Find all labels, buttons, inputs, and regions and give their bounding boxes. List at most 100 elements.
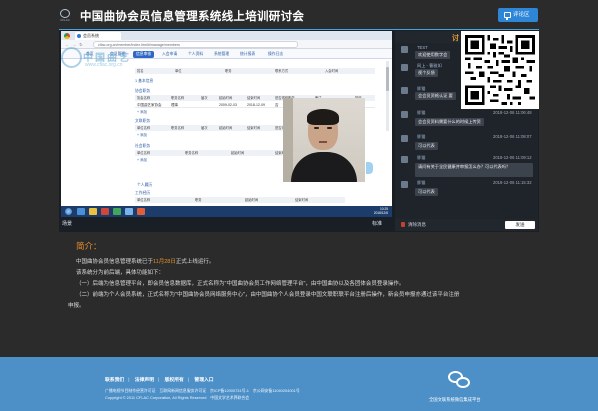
intro-paragraph: 申报。 xyxy=(68,303,85,309)
section-title: 1 基本信息 xyxy=(135,79,154,83)
taskbar-app-icon[interactable] xyxy=(77,208,85,215)
table-cell: 中国曲艺家协会 xyxy=(137,103,162,107)
send-button[interactable]: 发送 xyxy=(505,221,535,229)
table-cell: 2009-02-03 xyxy=(219,103,237,107)
taskbar-app-icon[interactable] xyxy=(113,208,121,215)
qr-code xyxy=(461,31,539,109)
column-header: 起始时间 xyxy=(219,126,233,130)
clear-messages-button[interactable]: 清除消息 xyxy=(401,222,426,228)
table-cell: 否 xyxy=(275,103,279,107)
avatar xyxy=(401,135,408,142)
header-cell: 入会时间 xyxy=(325,69,339,73)
section-title: 社会职务 xyxy=(135,144,151,148)
chat-bubble: 会会员资料需要什么的时候上传资 xyxy=(415,118,484,126)
windows-taskbar: 10:25 2018/12/6 xyxy=(61,206,392,217)
presenter-webcam xyxy=(283,98,365,182)
chat-timestamp: 2018-12-06 11:09:12 xyxy=(493,155,532,160)
header-cell: 联系方式 xyxy=(275,69,289,73)
profile-header-row: 姓名 单位 职务 联系方式 入会时间 xyxy=(135,68,375,74)
footer-license-info: 广播电视节目制作经营许可证 互联网新闻信息服务许可证 京ICP备12000731… xyxy=(105,388,300,393)
wechat-label: 全国文联系统微信集成平台 xyxy=(429,397,481,402)
comment-section-label: 评论区 xyxy=(513,12,530,18)
intro-paragraph: 中国曲协会员信息管理系统已于11月28日正式上线运行。 xyxy=(76,257,214,265)
chat-input-bar: 清除消息 发送 xyxy=(395,219,538,231)
footer-link-copyright[interactable]: 版权所有 xyxy=(165,378,184,383)
footer-links: 联系我们 | 法律声明 | 版权所有 | 管理入口 xyxy=(105,378,214,383)
folder-icon[interactable] xyxy=(89,208,97,215)
column-header: 结束时间 xyxy=(247,96,261,100)
chat-bubble: 请问有关于全民健康并审报怎么办？可以代表吗？ xyxy=(415,163,533,177)
chat-bubble: 视个反馈 xyxy=(415,69,438,77)
column-header: 起始时间 xyxy=(219,96,233,100)
add-link[interactable]: 添加 xyxy=(137,110,147,115)
header-cell: 职务 xyxy=(225,69,232,73)
column-header: 结束时间 xyxy=(247,126,261,130)
page-title: 中国曲协会员信息管理系统线上培训研讨会 xyxy=(80,11,305,23)
comment-icon xyxy=(504,12,511,20)
column-header: 单位名称 xyxy=(137,151,151,155)
section-title: 文联职务 xyxy=(135,119,151,123)
column-header: 协会名称 xyxy=(137,96,151,100)
taskbar-app-icon[interactable] xyxy=(101,208,109,215)
column-header: 届次 xyxy=(201,96,208,100)
logo-text: CFLAC xyxy=(60,18,70,22)
footer-link-admin[interactable]: 管理入口 xyxy=(194,378,213,383)
chat-username: 胖猫 xyxy=(417,180,426,185)
column-header: 届次 xyxy=(201,126,208,130)
add-link[interactable]: 添加 xyxy=(137,158,147,163)
chat-username: TEST xyxy=(417,45,428,50)
avatar xyxy=(401,64,408,71)
column-header: 结束时间 xyxy=(295,198,309,202)
qr-code-graphic xyxy=(465,35,535,105)
taskbar-app-icon[interactable] xyxy=(137,208,145,215)
table-cell: 理事 xyxy=(171,103,178,107)
intro-paragraph: （二）前端为个人会员系统，正式名称为"中国曲协会员网络服务中心"，由中国曲协个人… xyxy=(76,292,460,298)
avatar xyxy=(401,181,408,188)
avatar xyxy=(401,46,408,53)
footer-link-contact[interactable]: 联系我们 xyxy=(105,378,124,383)
chat-bubble: 可以代表 xyxy=(415,188,438,196)
chat-bubble: 可以代表 xyxy=(415,142,438,150)
intro-title: 简介： xyxy=(76,241,102,251)
footer-copyright: Copyright © 2011 CFLAC Corporation, All … xyxy=(105,395,250,400)
quality-selector[interactable]: 标准 xyxy=(372,220,382,227)
table-header: 单位名称 职务 起始时间 结束时间 xyxy=(135,197,345,203)
intro-text: 中国曲协会员信息管理系统已于 xyxy=(76,259,154,265)
taskbar-clock: 10:25 2018/12/6 xyxy=(374,207,388,215)
chat-username: 胖猫 xyxy=(417,134,426,139)
avatar xyxy=(401,111,408,118)
column-header: 职务名称 xyxy=(185,151,199,155)
chat-timestamp: 2018-12-06 11:06:48 xyxy=(493,110,532,115)
avatar xyxy=(401,156,408,163)
column-header: 单位名称 xyxy=(137,198,151,202)
wechat-icon[interactable] xyxy=(448,371,470,391)
site-logo[interactable]: CFLAC xyxy=(57,9,73,23)
header-cell: 姓名 xyxy=(137,69,144,73)
column-header: 起始时间 xyxy=(245,198,259,202)
chat-username: 胖猫 xyxy=(417,155,426,160)
start-icon[interactable] xyxy=(65,208,72,215)
chat-bubble: 欢迎使用数字会 xyxy=(415,51,451,59)
expand-arrow-icon[interactable] xyxy=(366,162,373,174)
page-scrollbar[interactable] xyxy=(386,61,389,131)
section-title: 个人履历 xyxy=(137,183,153,187)
chat-username: 胖猫 xyxy=(417,110,426,115)
chat-timestamp: 2018-12-06 11:08:07 xyxy=(493,134,532,139)
comment-section-button[interactable]: 评论区 xyxy=(498,8,538,22)
column-header: 职务名称 xyxy=(171,96,185,100)
clock-date: 2018/12/6 xyxy=(373,211,388,215)
intro-highlight: 11月28日 xyxy=(153,259,176,265)
taskbar-app-icon[interactable] xyxy=(125,208,133,215)
section-title: 协会职务 xyxy=(135,89,151,93)
column-header: 职务名称 xyxy=(171,126,185,130)
page: CFLAC 中国曲协会员信息管理系统线上培训研讨会 评论区 会员系统 ← → ↻… xyxy=(0,0,598,411)
scene-label[interactable]: 场景 xyxy=(62,220,72,227)
add-link[interactable]: 添加 xyxy=(137,133,147,138)
table-cell: 2018-12-09 xyxy=(247,103,265,107)
chat-bubble: 会会员资格认证 要 xyxy=(415,92,456,100)
avatar xyxy=(401,87,408,94)
chat-header-label: 讨 xyxy=(452,35,459,42)
column-header: 单位名称 xyxy=(137,126,151,130)
site-header: CFLAC 中国曲协会员信息管理系统线上培训研讨会 评论区 xyxy=(0,0,598,30)
footer-link-legal[interactable]: 法律声明 xyxy=(135,378,154,383)
